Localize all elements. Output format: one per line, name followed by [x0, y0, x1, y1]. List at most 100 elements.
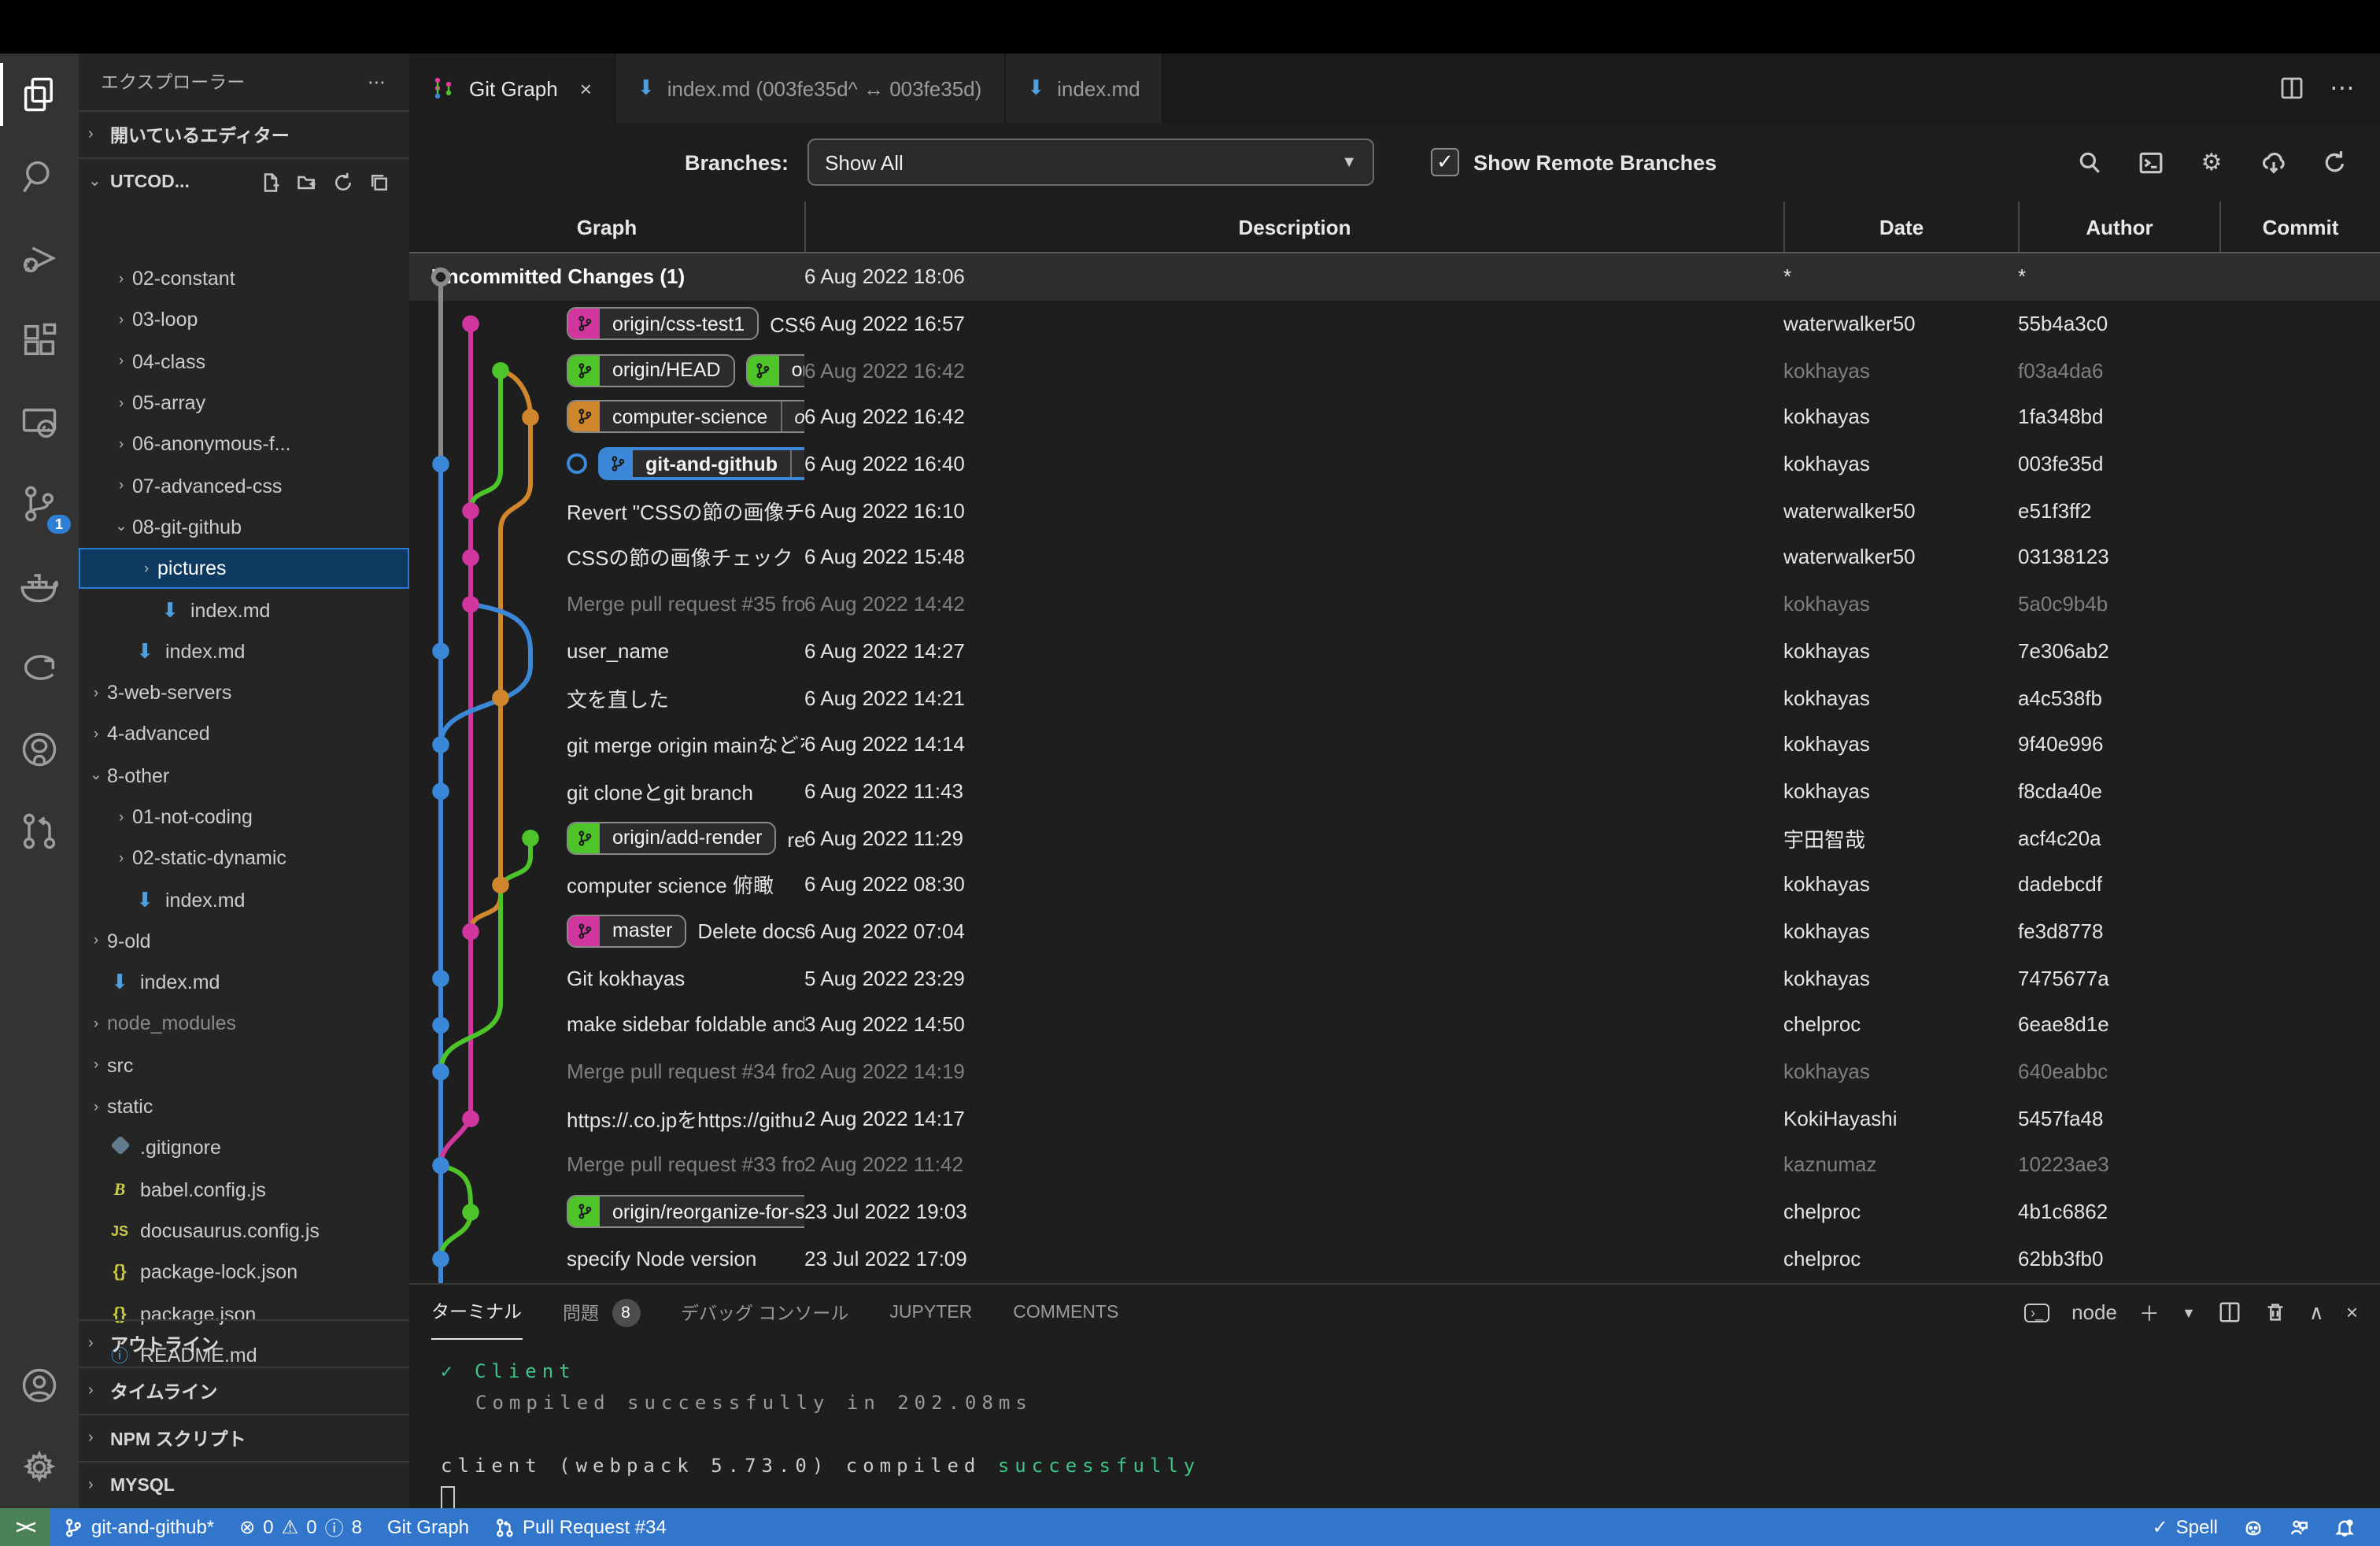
- tree-item-index-md[interactable]: ⬇index.md: [79, 962, 409, 1004]
- commit-row-9[interactable]: 文を直した6 Aug 2022 14:21kokhayasa4c538fb: [409, 674, 2380, 720]
- octopus-extension-icon[interactable]: [2230, 1517, 2276, 1537]
- branch-badge-origin-css-test1[interactable]: origin/css-test1: [567, 307, 759, 340]
- branch-badge-master[interactable]: master: [567, 915, 686, 948]
- branch-badge-origin-master[interactable]: origin/master: [746, 353, 804, 386]
- new-file-icon[interactable]: [260, 171, 282, 193]
- editor-more-icon[interactable]: ⋯: [2330, 72, 2355, 104]
- panel-tab-COMMENTS[interactable]: COMMENTS: [1013, 1285, 1118, 1340]
- explorer-icon[interactable]: [0, 54, 79, 135]
- close-icon[interactable]: ×: [580, 76, 592, 100]
- branches-dropdown[interactable]: Show All ▼: [808, 139, 1374, 186]
- problems-status[interactable]: ⊗ 0 ⚠ 0 ⓘ 8: [227, 1508, 375, 1546]
- commit-row-16[interactable]: make sidebar foldable and set prism them…: [409, 1001, 2380, 1048]
- tree-item-babel-config-js[interactable]: Bbabel.config.js: [79, 1169, 409, 1211]
- pull-request-status[interactable]: Pull Request #34: [482, 1508, 679, 1546]
- commit-row-12[interactable]: origin/add-renderrenderのページを編集しました6 Aug …: [409, 815, 2380, 861]
- source-control-icon[interactable]: 1: [0, 463, 79, 545]
- tree-item-9-old[interactable]: ›9-old: [79, 921, 409, 963]
- tree-item-03-loop[interactable]: ›03-loop: [79, 300, 409, 342]
- commit-row-6[interactable]: CSSの節の画像チェック6 Aug 2022 15:48waterwalker5…: [409, 534, 2380, 580]
- accounts-icon[interactable]: [0, 1344, 79, 1426]
- workspace-section[interactable]: ⌄ UTCOD...: [79, 157, 409, 205]
- kill-terminal-icon[interactable]: [2264, 1300, 2287, 1324]
- tab-index-md[interactable]: ⬇index.md: [1005, 54, 1163, 123]
- tree-item-index-md[interactable]: ⬇index.md: [79, 590, 409, 631]
- find-icon[interactable]: [2075, 148, 2103, 176]
- panel-tab-ターミナル[interactable]: ターミナル: [431, 1285, 522, 1340]
- split-editor-icon[interactable]: [2279, 76, 2304, 101]
- close-panel-icon[interactable]: ×: [2346, 1300, 2358, 1324]
- tree-item-8-other[interactable]: ⌄8-other: [79, 755, 409, 797]
- panel-tab-問題[interactable]: 問題8: [563, 1285, 640, 1340]
- tab-git-graph[interactable]: Git Graph×: [409, 54, 615, 123]
- branch-badge-origin-reorganize-for-summer-curriculum[interactable]: origin/reorganize-for-summer-curriculum: [567, 1195, 804, 1228]
- extensions-icon[interactable]: [0, 299, 79, 381]
- split-terminal-icon[interactable]: [2218, 1300, 2241, 1324]
- commit-row-18[interactable]: https://.co.jpをhttps://github.comに変えた2 A…: [409, 1095, 2380, 1141]
- commit-row-3[interactable]: computer-scienceorigin誤字6 Aug 2022 16:42…: [409, 394, 2380, 440]
- commit-row-15[interactable]: Git kokhayas5 Aug 2022 23:29kokhayas7475…: [409, 955, 2380, 1001]
- open-editors-section[interactable]: › 開いているエディター: [79, 110, 409, 157]
- commit-row-19[interactable]: Merge pull request #33 from ut-code/reor…: [409, 1141, 2380, 1188]
- notifications-bell-icon[interactable]: [2322, 1517, 2367, 1537]
- branch-badge-origin-HEAD[interactable]: origin/HEAD: [567, 353, 735, 386]
- tree-item-3-web-servers[interactable]: ›3-web-servers: [79, 672, 409, 714]
- commit-row-2[interactable]: origin/HEADorigin/masterMerge pull reque…: [409, 347, 2380, 394]
- settings-icon[interactable]: [0, 1426, 79, 1508]
- terminal-icon[interactable]: [2136, 148, 2164, 176]
- commit-row-20[interactable]: origin/reorganize-for-summer-curriculum夏…: [409, 1189, 2380, 1235]
- remote-explorer-icon[interactable]: [0, 381, 79, 463]
- tree-item--gitignore[interactable]: .gitignore: [79, 1127, 409, 1169]
- cloud-download-icon[interactable]: [2259, 148, 2287, 176]
- run-debug-icon[interactable]: [0, 217, 79, 299]
- refresh-icon[interactable]: [2320, 148, 2349, 176]
- tree-item-package-lock-json[interactable]: {}package-lock.json: [79, 1252, 409, 1293]
- tab-index-md-003fe35d-003fe35d-[interactable]: ⬇index.md (003fe35d^ ↔ 003fe35d): [615, 54, 1005, 123]
- branch-badge-origin-add-render[interactable]: origin/add-render: [567, 821, 776, 854]
- collapse-all-icon[interactable]: [368, 171, 390, 193]
- commit-row-0[interactable]: Uncommitted Changes (1)6 Aug 2022 18:06*…: [409, 253, 2380, 300]
- sidebar-section-アウトライン[interactable]: ›アウトライン: [79, 1319, 409, 1367]
- sidebar-more-icon[interactable]: ⋯: [368, 71, 387, 93]
- branch-badge-computer-science[interactable]: computer-scienceorigin: [567, 401, 804, 434]
- feedback-icon[interactable]: [2276, 1517, 2322, 1537]
- gear-icon[interactable]: ⚙: [2197, 148, 2226, 176]
- commit-row-8[interactable]: user_name6 Aug 2022 14:27kokhayas7e306ab…: [409, 627, 2380, 674]
- tree-item-node-modules[interactable]: ›node_modules: [79, 1004, 409, 1045]
- commit-row-21[interactable]: specify Node version23 Jul 2022 17:09che…: [409, 1235, 2380, 1282]
- spell-status[interactable]: ✓ Spell: [2140, 1516, 2231, 1538]
- commit-row-5[interactable]: Revert "CSSの節の画像チェック"6 Aug 2022 16:10wat…: [409, 487, 2380, 534]
- branch-badge-git-and-github[interactable]: git-and-githuborigin: [598, 447, 804, 480]
- tree-item-05-array[interactable]: ›05-array: [79, 383, 409, 424]
- commit-row-13[interactable]: computer science 俯瞰6 Aug 2022 08:30kokha…: [409, 861, 2380, 908]
- sidebar-section-MYSQL[interactable]: ›MYSQL: [79, 1461, 409, 1508]
- pull-request-icon[interactable]: [0, 790, 79, 872]
- tree-item-docusaurus-config-js[interactable]: JSdocusaurus.config.js: [79, 1211, 409, 1252]
- tree-item-06-anonymous-f-[interactable]: ›06-anonymous-f...: [79, 423, 409, 465]
- commit-row-4[interactable]: git-and-githuboriginkokhayas6 Aug 2022 1…: [409, 441, 2380, 487]
- tree-item-07-advanced-css[interactable]: ›07-advanced-css: [79, 465, 409, 507]
- tree-item-08-git-github[interactable]: ⌄08-git-github: [79, 507, 409, 549]
- commit-row-11[interactable]: git cloneとgit branch6 Aug 2022 11:43kokh…: [409, 767, 2380, 814]
- git-graph-status[interactable]: Git Graph: [375, 1508, 482, 1546]
- tree-item-01-not-coding[interactable]: ›01-not-coding: [79, 797, 409, 838]
- docker-icon[interactable]: [0, 545, 79, 627]
- panel-tab-デバッグ コンソール[interactable]: デバッグ コンソール: [681, 1285, 848, 1340]
- panel-tab-JUPYTER[interactable]: JUPYTER: [889, 1285, 972, 1340]
- commit-row-1[interactable]: origin/css-test1CSS(フレックスボックスまで)6 Aug 20…: [409, 300, 2380, 346]
- refresh-icon[interactable]: [332, 171, 354, 193]
- branch-status[interactable]: git-and-github*: [50, 1508, 227, 1546]
- commit-row-7[interactable]: Merge pull request #35 from ut-code/git-…: [409, 581, 2380, 627]
- maximize-panel-icon[interactable]: ∧: [2309, 1300, 2324, 1325]
- sidebar-section-タイムライン[interactable]: ›タイムライン: [79, 1367, 409, 1414]
- tree-item-index-md[interactable]: ⬇index.md: [79, 879, 409, 921]
- tree-item-02-constant[interactable]: ›02-constant: [79, 258, 409, 300]
- tree-item-04-class[interactable]: ›04-class: [79, 341, 409, 383]
- tree-item-pictures[interactable]: ›pictures: [79, 548, 409, 590]
- search-icon[interactable]: [0, 135, 79, 217]
- terminal-output[interactable]: ✓ Client Compiled successfully in 202.08…: [409, 1340, 2380, 1513]
- tree-item-02-static-dynamic[interactable]: ›02-static-dynamic: [79, 838, 409, 879]
- commit-row-17[interactable]: Merge pull request #34 from ut-code/git-…: [409, 1048, 2380, 1094]
- remote-indicator[interactable]: ><: [0, 1508, 50, 1546]
- new-folder-icon[interactable]: [296, 171, 318, 193]
